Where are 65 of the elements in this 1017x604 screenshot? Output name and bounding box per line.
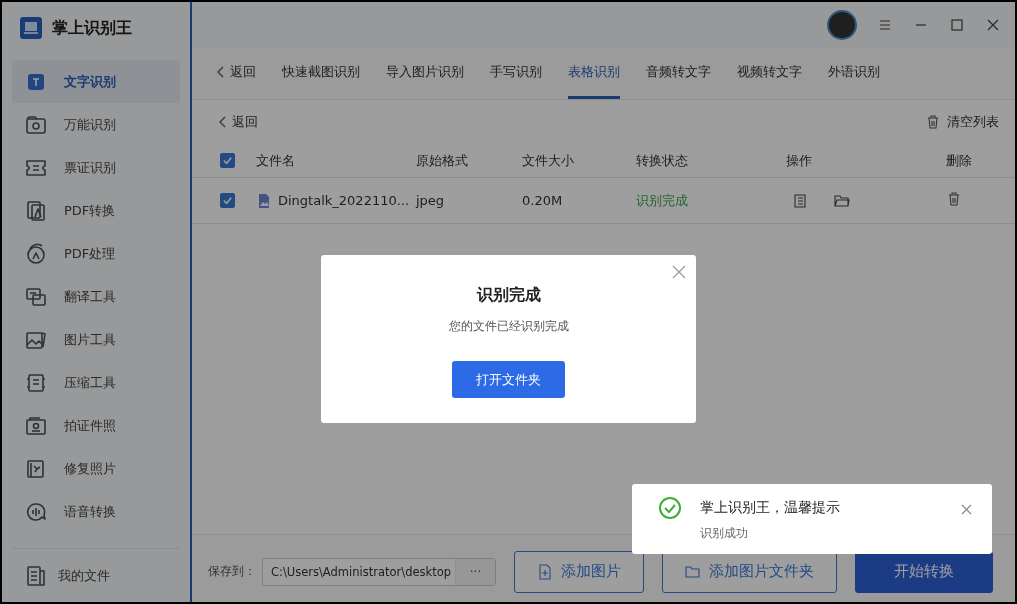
checkbox[interactable]	[220, 153, 235, 168]
tab[interactable]: 音频转文字	[646, 48, 711, 99]
column-header: 操作	[786, 151, 813, 170]
sidebar-item[interactable]: 翻译工具	[12, 275, 180, 318]
trash-icon	[925, 114, 941, 130]
app-title: 掌上识别王	[52, 17, 132, 39]
notification-title: 掌上识别王，温馨提示	[700, 499, 840, 517]
column-header: 文件名	[256, 151, 296, 170]
sidebar-item[interactable]: 语音转换	[12, 490, 180, 533]
column-header: 转换状态	[636, 151, 689, 170]
sidebar-item[interactable]: PDF处理	[12, 232, 180, 275]
tab[interactable]: 快速截图识别	[282, 48, 360, 99]
column-header: 删除	[946, 151, 973, 170]
tab[interactable]: 手写识别	[490, 48, 542, 99]
trash-icon[interactable]	[946, 191, 962, 207]
sidebar-item[interactable]: 票证识别	[12, 146, 180, 189]
table-cell-text: 0.20M	[522, 193, 564, 208]
logo-icon	[20, 17, 42, 39]
sidebar-item[interactable]: 拍证件照	[12, 404, 180, 447]
chevron-left-icon	[218, 116, 226, 128]
folder-icon	[685, 563, 701, 580]
check-circle-icon	[658, 496, 682, 520]
sidebar-item[interactable]: 图片工具	[12, 318, 180, 361]
table-cell-text: jpeg	[416, 193, 446, 208]
column-header: 文件大小	[522, 151, 575, 170]
column-header: 原始格式	[416, 151, 469, 170]
chevron-left-icon	[216, 66, 224, 78]
document-icon	[24, 198, 48, 223]
document-icon[interactable]	[792, 192, 808, 209]
folder-icon[interactable]	[834, 192, 850, 209]
image-file-icon	[256, 192, 272, 209]
file-icon	[24, 563, 48, 588]
back-button[interactable]: 返回	[216, 48, 256, 99]
open-folder-button[interactable]: 打开文件夹	[452, 361, 565, 398]
dialog-message: 您的文件已经识别完成	[448, 318, 569, 335]
sidebar-item[interactable]: 修复照片	[12, 447, 180, 490]
check-icon	[222, 195, 233, 206]
close-icon[interactable]	[672, 265, 686, 279]
check-icon	[222, 155, 233, 166]
browse-button[interactable]: ···	[455, 558, 495, 585]
clear-list-button[interactable]: 清空列表	[925, 113, 999, 131]
tab[interactable]: 视频转文字	[737, 48, 802, 99]
sidebar-item[interactable]: 文字识别	[12, 60, 180, 103]
close-icon[interactable]	[985, 17, 1001, 33]
sidebar-item[interactable]: 万能识别	[12, 103, 180, 146]
sidebar-item[interactable]: PDF转换	[12, 189, 180, 232]
file-name: Dingtalk_2022110...	[278, 193, 410, 208]
add-file-icon	[537, 563, 553, 580]
avatar[interactable]	[827, 10, 857, 40]
close-icon[interactable]	[961, 504, 972, 515]
menu-icon[interactable]	[877, 17, 893, 33]
tab[interactable]: 导入图片识别	[386, 48, 464, 99]
checkbox[interactable]	[220, 193, 235, 208]
maximize-icon[interactable]	[949, 17, 965, 33]
sidebar-item[interactable]: 我的文件	[12, 548, 180, 602]
tab[interactable]: 表格识别	[568, 48, 620, 99]
back-button[interactable]: 返回	[218, 113, 258, 131]
notification-message: 识别成功	[700, 525, 748, 542]
action-button[interactable]: 添加图片	[514, 550, 644, 593]
dialog-title: 识别完成	[476, 285, 541, 306]
save-label: 保存到：	[208, 563, 256, 580]
status-text: 识别完成	[636, 191, 689, 210]
sidebar-item[interactable]: 压缩工具	[12, 361, 180, 404]
path-field[interactable]: C:\Users\Administrator\desktop ···	[262, 557, 496, 586]
tab[interactable]: 外语识别	[828, 48, 880, 99]
